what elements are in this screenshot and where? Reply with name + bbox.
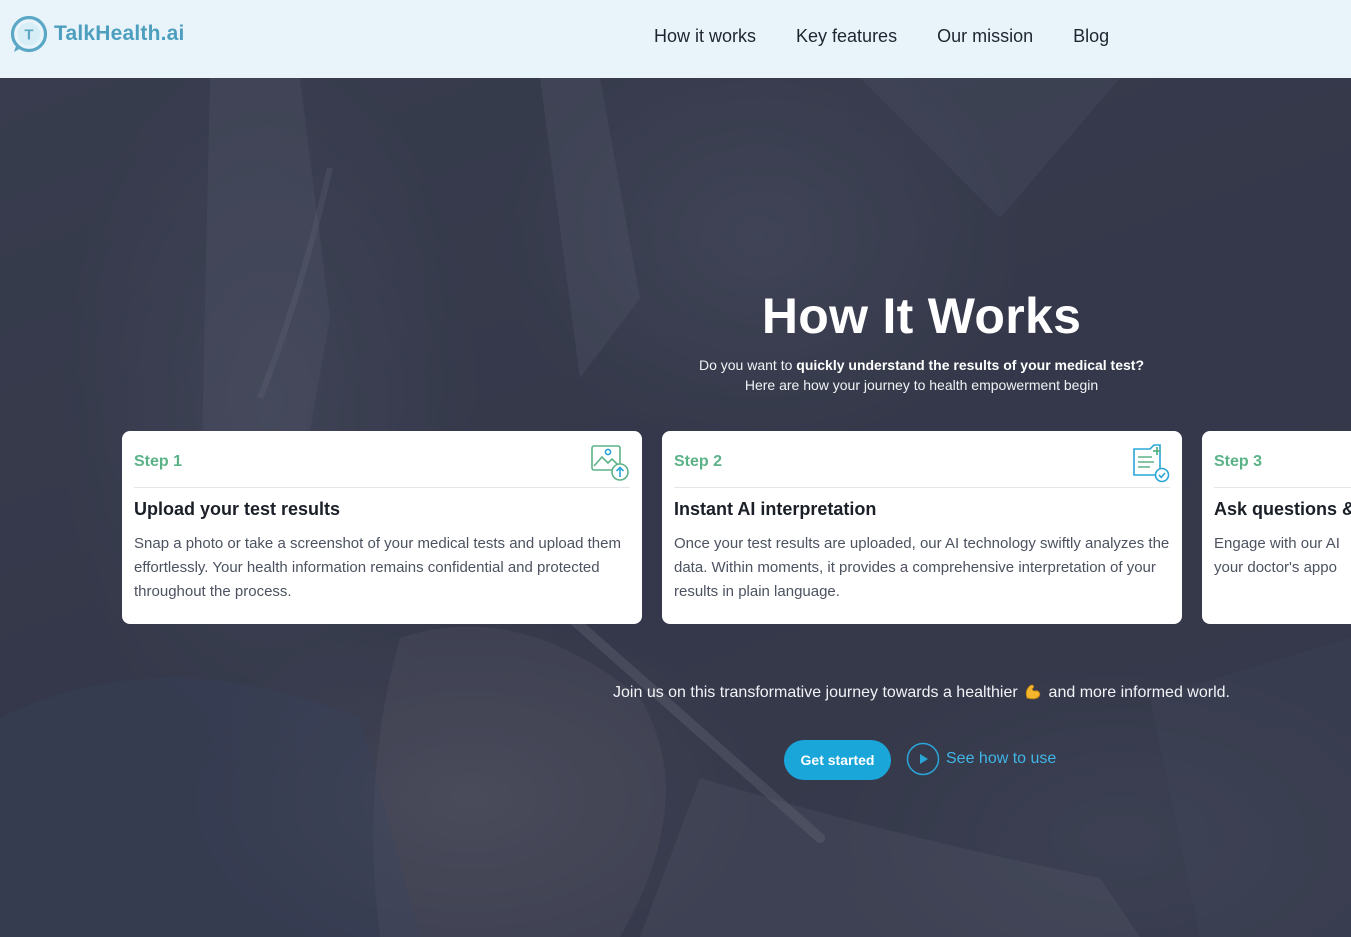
page-title: How It Works [761,288,1082,344]
join-prefix: Join us on this transformative journey t… [613,684,1023,701]
brand-name: TalkHealth.ai [54,22,185,45]
card-title: Upload your test results [134,499,341,519]
join-text: Join us on this transformative journey t… [492,682,1351,704]
hero-subtitle: Do you want to quickly understand the re… [492,355,1351,375]
card-divider [674,487,1170,488]
card-divider [1214,487,1351,488]
nav-our-mission[interactable]: Our mission [937,24,1033,48]
step-card-2: Step 2 Instant AI interpretation Once yo… [662,431,1182,624]
card-description: Engage with our AI your doctor's appo [1214,535,1340,576]
site-header: T TalkHealth.ai How it works Key feature… [0,0,1351,78]
see-how-to-use-label: See how to use [946,750,1057,767]
get-started-button[interactable]: Get started [784,740,891,780]
hero-subtitle-line2: Here are how your journey to health empo… [744,377,1099,393]
subtitle-bold: quickly understand the results of your m… [796,357,1145,373]
image-upload-icon [591,445,629,481]
document-check-icon [1133,444,1170,483]
step-card-1: Step 1 Upload your test results Snap a p… [122,431,642,624]
step-label: Step 3 [1214,453,1263,470]
subtitle-prefix: Do you want to [698,357,797,373]
logo-chat-icon: T [10,15,48,53]
step-label: Step 1 [134,453,183,470]
brand-logo[interactable]: T TalkHealth.ai [10,15,185,53]
hero-section: How It Works Do you want to quickly unde… [0,78,1351,937]
nav-how-it-works[interactable]: How it works [654,24,756,48]
logo-letter: T [24,27,33,44]
flexed-biceps-icon [1025,684,1041,700]
card-title: Instant AI interpretation [674,499,877,519]
main-nav: How it works Key features Our mission Bl… [654,24,1149,48]
see-how-to-use-link[interactable]: See how to use [906,742,1056,776]
card-divider [134,487,630,488]
card-description: Snap a photo or take a screenshot of you… [134,535,621,600]
step-card-3: Step 3 Ask questions & Engage with our A… [1202,431,1351,624]
step-label: Step 2 [674,453,723,470]
play-icon [906,742,940,776]
join-suffix: and more informed world. [1044,684,1230,701]
card-title: Ask questions & [1214,499,1351,519]
card-description: Once your test results are uploaded, our… [674,535,1170,600]
nav-key-features[interactable]: Key features [796,24,897,48]
nav-blog[interactable]: Blog [1073,24,1109,48]
